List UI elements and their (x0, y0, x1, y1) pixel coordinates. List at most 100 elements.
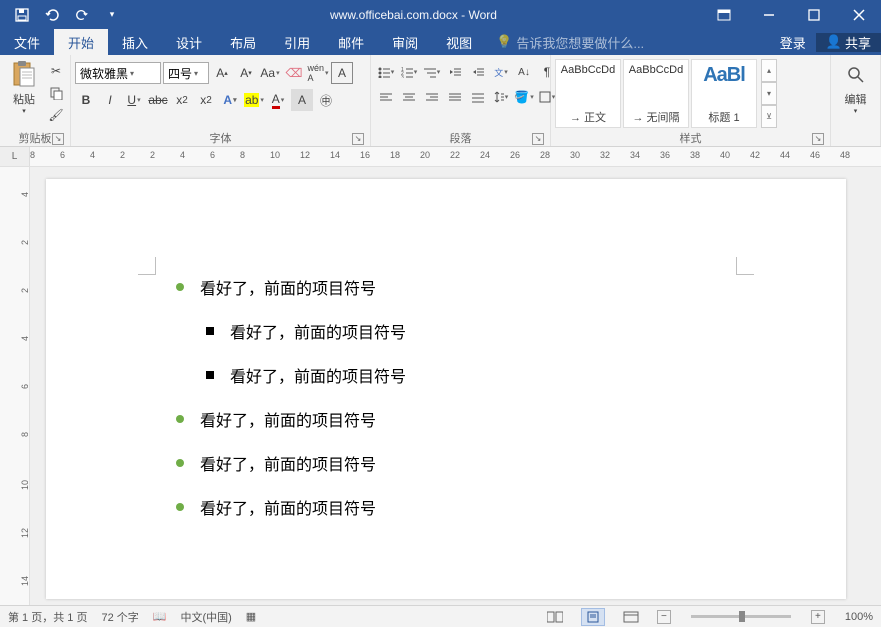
style-no-spacing[interactable]: AaBbCcDd → 无间隔 (623, 59, 689, 128)
document-content[interactable]: 看好了，前面的项目符号看好了，前面的项目符号看好了，前面的项目符号看好了，前面的… (156, 275, 736, 519)
list-item[interactable]: 看好了，前面的项目符号 (176, 407, 736, 431)
list-item[interactable]: 看好了，前面的项目符号 (176, 275, 736, 299)
decrease-indent-button[interactable] (444, 61, 466, 83)
ruler-tick: 26 (510, 150, 520, 160)
margin-mark (138, 257, 156, 275)
save-button[interactable] (8, 3, 36, 27)
sort-button[interactable]: A↓ (513, 61, 535, 83)
char-shading-button[interactable]: A (291, 89, 313, 111)
styles-scroll-up[interactable]: ▴ (761, 59, 777, 82)
tab-review[interactable]: 审阅 (378, 29, 432, 55)
styles-gallery: AaBbCcDd → 正文 AaBbCcDd → 无间隔 AaBl 标题 1 ▴… (555, 57, 826, 130)
tab-insert[interactable]: 插入 (108, 29, 162, 55)
styles-expand[interactable]: ⊻ (761, 105, 777, 128)
style-normal[interactable]: AaBbCcDd → 正文 (555, 59, 621, 128)
macro-icon[interactable]: ▦ (246, 610, 256, 623)
web-layout-button[interactable] (619, 608, 643, 626)
maximize-button[interactable] (791, 0, 836, 29)
styles-scroll-down[interactable]: ▾ (761, 82, 777, 105)
multilevel-button[interactable] (421, 61, 443, 83)
format-painter-button[interactable]: 🖌 (46, 105, 66, 125)
tab-layout[interactable]: 布局 (216, 29, 270, 55)
paragraph-launcher[interactable]: ↘ (532, 133, 544, 145)
tab-selector[interactable]: L (0, 147, 30, 166)
underline-button[interactable]: U (123, 89, 145, 111)
increase-indent-button[interactable] (467, 61, 489, 83)
bold-button[interactable]: B (75, 89, 97, 111)
page-indicator[interactable]: 第 1 页，共 1 页 (8, 609, 87, 625)
tell-me-search[interactable]: 💡 告诉我您想要做什么... (486, 29, 770, 55)
svg-text:3: 3 (401, 75, 404, 78)
zoom-level[interactable]: 100% (845, 611, 873, 623)
char-border-button[interactable]: A (331, 62, 353, 84)
style-heading1[interactable]: AaBl 标题 1 (691, 59, 757, 128)
styles-launcher[interactable]: ↘ (812, 133, 824, 145)
language-indicator[interactable]: 中文(中国) (180, 609, 231, 625)
zoom-in-button[interactable]: + (811, 610, 825, 624)
redo-button[interactable] (68, 3, 96, 27)
phonetic-button[interactable]: wénA (307, 62, 329, 84)
ribbon-display-button[interactable] (701, 0, 746, 29)
read-mode-button[interactable] (543, 608, 567, 626)
ruler-tick: 10 (270, 150, 280, 160)
ruler-tick: 44 (780, 150, 790, 160)
copy-button[interactable] (46, 83, 66, 103)
tab-view[interactable]: 视图 (432, 29, 486, 55)
ruler-vertical[interactable]: 422468101214 (0, 167, 30, 605)
highlight-button[interactable]: ab (243, 89, 265, 111)
italic-button[interactable]: I (99, 89, 121, 111)
enclose-char-button[interactable]: ㊥ (315, 89, 337, 111)
subscript-button[interactable]: x2 (171, 89, 193, 111)
spellcheck-icon[interactable]: 📖 (153, 610, 167, 623)
shrink-font-button[interactable]: A▾ (235, 62, 257, 84)
change-case-button[interactable]: Aa (259, 62, 281, 84)
list-item[interactable]: 看好了，前面的项目符号 (176, 495, 736, 519)
align-right-button[interactable] (421, 86, 443, 108)
superscript-button[interactable]: x2 (195, 89, 217, 111)
ruler-tick: 34 (630, 150, 640, 160)
asian-layout-button[interactable]: 文 (490, 61, 512, 83)
line-spacing-button[interactable] (490, 86, 512, 108)
print-layout-button[interactable] (581, 608, 605, 626)
close-button[interactable] (836, 0, 881, 29)
tab-home[interactable]: 开始 (54, 29, 108, 55)
undo-button[interactable] (38, 3, 66, 27)
zoom-slider[interactable] (691, 615, 791, 618)
font-size-combo[interactable]: 四号▾ (163, 62, 209, 84)
minimize-button[interactable] (746, 0, 791, 29)
shading-button[interactable]: 🪣 (513, 86, 535, 108)
zoom-out-button[interactable]: − (657, 610, 671, 624)
clipboard-launcher[interactable]: ↘ (52, 133, 64, 145)
clear-format-button[interactable]: ⌫ (283, 62, 305, 84)
tab-file[interactable]: 文件 (0, 29, 54, 55)
align-center-button[interactable] (398, 86, 420, 108)
document-viewport[interactable]: 看好了，前面的项目符号看好了，前面的项目符号看好了，前面的项目符号看好了，前面的… (30, 167, 881, 605)
bullets-button[interactable] (375, 61, 397, 83)
word-count[interactable]: 72 个字 (101, 609, 138, 625)
list-item[interactable]: 看好了，前面的项目符号 (206, 319, 736, 343)
tab-mailings[interactable]: 邮件 (324, 29, 378, 55)
list-item[interactable]: 看好了，前面的项目符号 (206, 363, 736, 387)
numbering-button[interactable]: 123 (398, 61, 420, 83)
tab-design[interactable]: 设计 (162, 29, 216, 55)
ruler-tick: 12 (300, 150, 310, 160)
cut-button[interactable]: ✂ (46, 61, 66, 81)
justify-button[interactable] (444, 86, 466, 108)
align-left-button[interactable] (375, 86, 397, 108)
sign-in-button[interactable]: 登录 (770, 33, 816, 52)
font-color-button[interactable]: A (267, 89, 289, 111)
distribute-button[interactable] (467, 86, 489, 108)
share-button[interactable]: 👤 共享 (816, 33, 881, 52)
tab-references[interactable]: 引用 (270, 29, 324, 55)
ruler-tick: 8 (20, 432, 30, 437)
grow-font-button[interactable]: A▴ (211, 62, 233, 84)
list-item[interactable]: 看好了，前面的项目符号 (176, 451, 736, 475)
text-effects-button[interactable]: A (219, 89, 241, 111)
qat-customize-button[interactable]: ▾ (98, 3, 126, 27)
font-family-combo[interactable]: 微软雅黑▾ (75, 62, 161, 84)
ruler-horizontal[interactable]: L 86422468101214161820222426283032343638… (0, 147, 881, 167)
strike-button[interactable]: abc (147, 89, 169, 111)
paste-button[interactable]: 粘贴 ▾ (4, 57, 44, 115)
font-launcher[interactable]: ↘ (352, 133, 364, 145)
find-button[interactable]: 编辑 ▾ (836, 57, 876, 115)
